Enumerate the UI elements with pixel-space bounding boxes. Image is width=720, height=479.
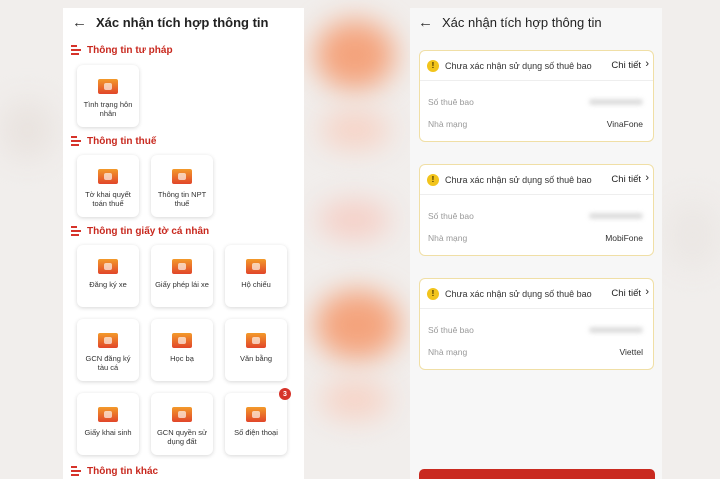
list-icon — [71, 466, 81, 476]
subscriber-card: ! Chưa xác nhận sử dụng số thuê bao Chi … — [419, 278, 654, 370]
masked-phone-number — [589, 327, 643, 333]
carrier-row: Nhà mạng VinaFone — [428, 119, 643, 129]
tile-so-dien-thoai[interactable]: Số điện thoại 3 — [225, 388, 291, 455]
carrier-name: Viettel — [619, 347, 643, 357]
warning-icon: ! — [427, 287, 439, 300]
tile-giay-khai-sinh[interactable]: Giấy khai sinh — [77, 393, 139, 455]
chevron-right-icon[interactable]: › — [645, 172, 649, 184]
masked-phone-number — [589, 99, 643, 105]
birth-certificate-icon — [98, 407, 118, 422]
school-record-icon — [172, 333, 192, 348]
tile-gcn-dang-ky-tau-ca[interactable]: GCN đăng ký tàu cá — [77, 319, 139, 381]
page-title: Xác nhận tích hợp thông tin — [442, 14, 602, 30]
subscriber-row: Số thuê bao — [420, 91, 653, 113]
tile-thong-tin-npt-thue[interactable]: Thông tin NPT thuế — [151, 155, 213, 217]
subscriber-card: ! Chưa xác nhận sử dụng số thuê bao Chi … — [419, 164, 654, 256]
tile-hoc-ba[interactable]: Học bạ — [151, 319, 213, 381]
tile-van-bang[interactable]: Văn bằng — [225, 319, 287, 381]
carrier-name: MobiFone — [605, 233, 643, 243]
land-certificate-icon — [172, 407, 192, 422]
chevron-right-icon[interactable]: › — [645, 286, 649, 298]
subscriber-row: Số thuê bao — [420, 319, 653, 341]
passport-icon — [246, 259, 266, 274]
tile-tinh-trang-hon-nhan[interactable]: Tình trạng hôn nhân — [77, 65, 139, 127]
carrier-row: Nhà mạng Viettel — [428, 347, 643, 357]
primary-action-button[interactable] — [419, 469, 655, 479]
right-screen: ← Xác nhận tích hợp thông tin ! Chưa xác… — [410, 8, 662, 479]
arrow-left-icon[interactable]: ← — [418, 15, 436, 30]
app-header: ← Xác nhận tích hợp thông tin — [63, 8, 304, 36]
left-screen: ← Xác nhận tích hợp thông tin Thông tin … — [63, 8, 304, 479]
dependents-icon — [172, 169, 192, 184]
section-title-giay-to-ca-nhan: Thông tin giấy tờ cá nhân — [71, 223, 209, 239]
subscriber-card: ! Chưa xác nhận sử dụng số thuê bao Chi … — [419, 50, 654, 142]
carrier-name: VinaFone — [606, 119, 643, 129]
tax-form-icon — [98, 169, 118, 184]
vehicle-registration-icon — [98, 259, 118, 274]
fishing-boat-icon — [98, 333, 118, 348]
masked-phone-number — [589, 213, 643, 219]
diploma-icon — [246, 333, 266, 348]
list-icon — [71, 226, 81, 236]
tile-to-khai-quyet-toan-thue[interactable]: Tờ khai quyết toán thuế — [77, 155, 139, 217]
phone-number-icon — [246, 407, 266, 422]
page-title: Xác nhận tích hợp thông tin — [96, 14, 269, 30]
section-title-khac: Thông tin khác — [71, 463, 158, 479]
section-title-tu-phap: Thông tin tư pháp — [71, 42, 173, 58]
card-header[interactable]: ! Chưa xác nhận sử dụng số thuê bao Chi … — [420, 279, 653, 309]
driver-license-icon — [172, 259, 192, 274]
notification-badge: 3 — [279, 388, 291, 400]
list-icon — [71, 45, 81, 55]
tile-giay-phep-lai-xe[interactable]: Giấy phép lái xe — [151, 245, 213, 307]
marriage-icon — [98, 79, 118, 94]
warning-icon: ! — [427, 59, 439, 72]
detail-link[interactable]: Chi tiết — [611, 60, 641, 71]
subscriber-row: Số thuê bao — [420, 205, 653, 227]
carrier-row: Nhà mạng MobiFone — [428, 233, 643, 243]
section-title-thue: Thông tin thuế — [71, 133, 156, 149]
chevron-right-icon[interactable]: › — [645, 58, 649, 70]
card-header[interactable]: ! Chưa xác nhận sử dụng số thuê bao Chi … — [420, 165, 653, 195]
list-icon — [71, 136, 81, 146]
tile-ho-chieu[interactable]: Hộ chiếu — [225, 245, 287, 307]
warning-icon: ! — [427, 173, 439, 186]
detail-link[interactable]: Chi tiết — [611, 174, 641, 185]
detail-link[interactable]: Chi tiết — [611, 288, 641, 299]
card-header[interactable]: ! Chưa xác nhận sử dụng số thuê bao Chi … — [420, 51, 653, 81]
tile-dang-ky-xe[interactable]: Đăng ký xe — [77, 245, 139, 307]
arrow-left-icon[interactable]: ← — [72, 15, 90, 30]
tile-gcn-quyen-su-dung-dat[interactable]: GCN quyền sử dụng đất — [151, 393, 213, 455]
app-header: ← Xác nhận tích hợp thông tin — [410, 8, 662, 36]
